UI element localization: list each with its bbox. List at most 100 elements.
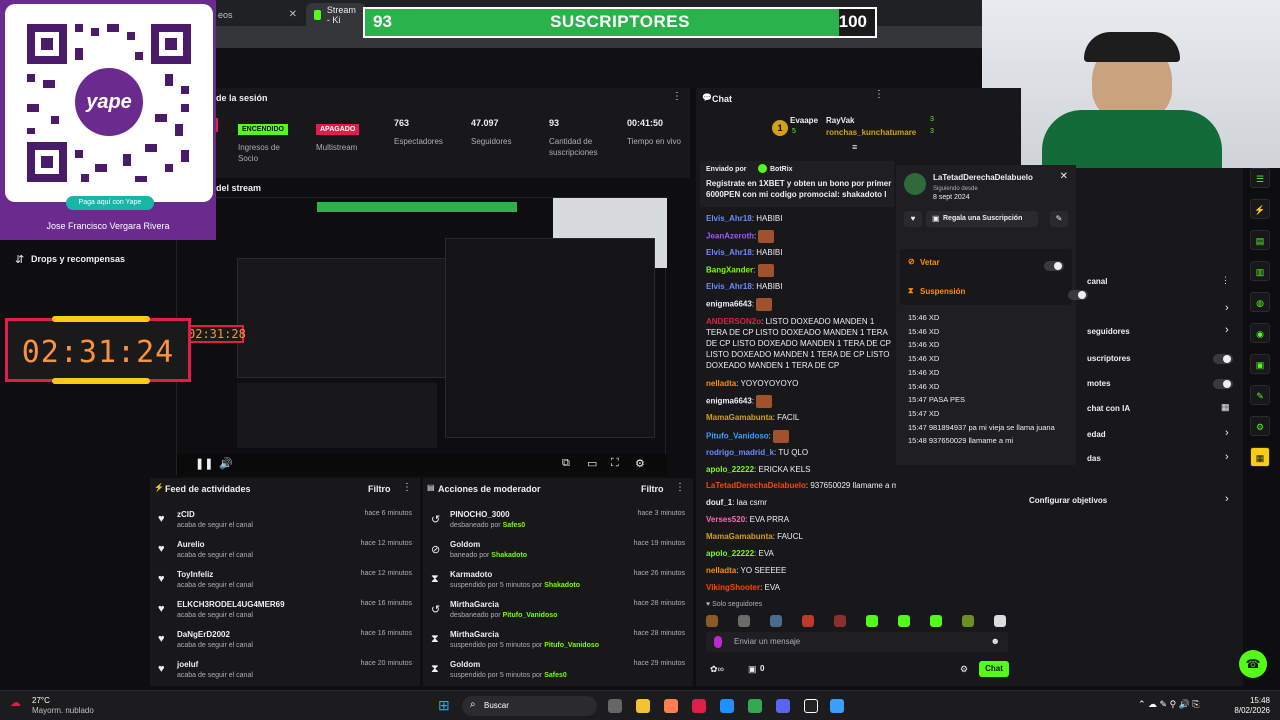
more-options-icon[interactable]: ⋮ bbox=[675, 482, 685, 493]
chat-message[interactable]: LaTetadDerechaDelabuelo: 937650029 llama… bbox=[706, 480, 896, 491]
gift-sub-button[interactable]: ▣ Regala una Suscripción bbox=[926, 211, 1038, 227]
emote-icon[interactable] bbox=[898, 615, 910, 627]
rail-tool-icon[interactable]: ✎ bbox=[1250, 385, 1270, 405]
emote-icon[interactable] bbox=[770, 615, 782, 627]
settings-toggle[interactable] bbox=[1213, 379, 1233, 389]
more-options-icon[interactable]: ⋮ bbox=[672, 91, 682, 102]
chat-username[interactable]: MamaGamabunta bbox=[706, 413, 773, 422]
settings-row[interactable]: Configurar objetivos › bbox=[1021, 492, 1243, 512]
fullscreen-icon[interactable]: ⛶ bbox=[611, 457, 619, 470]
mod-actor[interactable]: Shakadoto bbox=[491, 552, 527, 559]
chat-username[interactable]: apolo_22222 bbox=[706, 549, 754, 558]
chat-message[interactable]: nelladta: YO SEEEEE bbox=[706, 565, 896, 576]
send-chat-button[interactable]: Chat bbox=[979, 661, 1009, 677]
chat-message[interactable]: JeanAzeroth: bbox=[706, 230, 896, 243]
emote-icon[interactable] bbox=[866, 615, 878, 627]
rail-tool-icon[interactable]: ☰ bbox=[1250, 168, 1270, 188]
rail-tool-icon[interactable]: ▤ bbox=[1250, 230, 1270, 250]
rail-tool-icon[interactable]: ⚡ bbox=[1250, 199, 1270, 219]
theater-icon[interactable]: ▭ bbox=[587, 457, 597, 470]
chat-username[interactable]: MamaGamabunta bbox=[706, 532, 773, 541]
chat-message[interactable]: Elvis_Ahr18: HABIBI bbox=[706, 247, 896, 258]
chat-username[interactable]: enigma6643 bbox=[706, 397, 752, 406]
emote-icon[interactable] bbox=[738, 615, 750, 627]
clock-date[interactable]: 8/02/2026 bbox=[1220, 706, 1270, 715]
clock-time[interactable]: 15:48 bbox=[1220, 696, 1270, 705]
mod-actor[interactable]: Pitufo_Vanidoso bbox=[544, 642, 599, 649]
activity-user[interactable]: zCID bbox=[177, 510, 195, 519]
weather-temp[interactable]: 27°C bbox=[32, 696, 50, 705]
rail-tool-icon[interactable]: ⚙ bbox=[1250, 416, 1270, 436]
more-options-icon[interactable]: ⋮ bbox=[402, 482, 412, 493]
rail-tool-icon[interactable]: ◍ bbox=[1250, 292, 1270, 312]
mod-action-row[interactable]: ⧗ Goldom suspendido por 5 minutos por Sa… bbox=[423, 657, 693, 687]
suspension-toggle[interactable] bbox=[1068, 290, 1089, 300]
emote-icon[interactable] bbox=[930, 615, 942, 627]
chat-message[interactable]: MamaGamabunta: FACIL bbox=[706, 412, 896, 423]
activity-user[interactable]: ToyInfeliz bbox=[177, 570, 213, 579]
chat-username[interactable]: Verses520 bbox=[706, 515, 745, 524]
mod-action-row[interactable]: ↺ PINOCHO_3000 desbaneado por Safes0 hac… bbox=[423, 507, 693, 537]
mic-icon[interactable] bbox=[714, 636, 722, 648]
close-icon[interactable]: ✕ bbox=[1060, 171, 1068, 182]
discord-icon[interactable] bbox=[776, 699, 790, 713]
activity-row[interactable]: ♥ Aurelio acaba de seguir el canal hace … bbox=[150, 537, 420, 567]
activity-user[interactable]: Aurelio bbox=[177, 540, 205, 549]
emote-icon[interactable] bbox=[706, 615, 718, 627]
windows-start-icon[interactable]: ⊞ bbox=[438, 697, 450, 714]
mod-action-row[interactable]: ↺ MirthaGarcia desbaneado por Pitufo_Van… bbox=[423, 597, 693, 627]
app-icon[interactable] bbox=[692, 699, 706, 713]
mod-target-user[interactable]: PINOCHO_3000 bbox=[450, 510, 510, 519]
chat-input-placeholder[interactable]: Enviar un mensaje bbox=[734, 637, 800, 646]
copilot-icon[interactable] bbox=[664, 699, 678, 713]
chat-username[interactable]: Pitufo_Vanidoso bbox=[706, 432, 769, 441]
settings-toggle[interactable] bbox=[1213, 354, 1233, 364]
mod-actor[interactable]: Safes0 bbox=[503, 522, 526, 529]
chat-username[interactable]: douf_1 bbox=[706, 498, 732, 507]
obs-icon[interactable] bbox=[804, 699, 818, 713]
chat-message[interactable]: enigma6643: bbox=[706, 298, 896, 311]
browser-tab-active[interactable]: Stream - Ki bbox=[306, 3, 366, 26]
mod-target-user[interactable]: Karmadoto bbox=[450, 570, 492, 579]
chat-message[interactable]: Elvis_Ahr18: HABIBI bbox=[706, 281, 896, 292]
mod-target-user[interactable]: Goldom bbox=[450, 660, 480, 669]
activity-row[interactable]: ♥ DaNgErD2002 acaba de seguir el canal h… bbox=[150, 627, 420, 657]
chat-message[interactable]: BangXander: bbox=[706, 264, 896, 277]
nav-item-drops[interactable]: Drops y recompensas bbox=[31, 254, 125, 264]
support-chat-button[interactable]: ☎ bbox=[1239, 650, 1267, 678]
chat-message[interactable]: enigma6643: bbox=[706, 395, 896, 408]
chat-username[interactable]: ANDERSON2o bbox=[706, 317, 761, 326]
rail-tool-icon[interactable]: ◉ bbox=[1250, 323, 1270, 343]
mod-action-row[interactable]: ⧗ Karmadoto suspendido por 5 minutos por… bbox=[423, 567, 693, 597]
chat-message[interactable]: Elvis_Ahr18: HABIBI bbox=[706, 213, 896, 224]
pause-icon[interactable]: ❚❚ bbox=[195, 457, 213, 470]
mod-action-row[interactable]: ⊘ Goldom baneado por Shakadoto hace 19 m… bbox=[423, 537, 693, 567]
emote-icon[interactable] bbox=[962, 615, 974, 627]
user-card-name[interactable]: LaTetadDerechaDelabuelo bbox=[933, 173, 1033, 182]
chat-username[interactable]: BangXander bbox=[706, 266, 753, 275]
chat-username[interactable]: Elvis_Ahr18 bbox=[706, 214, 752, 223]
activity-filter-button[interactable]: Filtro bbox=[368, 484, 391, 494]
mod-action-row[interactable]: ⧗ MirthaGarcia suspendido por 5 minutos … bbox=[423, 627, 693, 657]
emoji-icon[interactable]: ☻ bbox=[991, 636, 1000, 646]
file-explorer-icon[interactable] bbox=[636, 699, 650, 713]
activity-user[interactable]: DaNgErD2002 bbox=[177, 630, 230, 639]
mod-target-user[interactable]: Goldom bbox=[450, 540, 480, 549]
emote-icon[interactable] bbox=[802, 615, 814, 627]
more-options-icon[interactable]: ⋮ bbox=[1221, 275, 1230, 286]
chat-username[interactable]: JeanAzeroth bbox=[706, 232, 754, 241]
activity-row[interactable]: ♥ ToyInfeliz acaba de seguir el canal ha… bbox=[150, 567, 420, 597]
channel-points-icon[interactable]: ✿∞ bbox=[710, 664, 724, 675]
more-options-icon[interactable]: ⋮ bbox=[874, 89, 884, 100]
weather-desc[interactable]: Mayorm. nublado bbox=[32, 706, 94, 715]
chat-message[interactable]: ANDERSON2o: LISTO DOXEADO MANDEN 1 TERA … bbox=[706, 316, 896, 374]
browser-tab[interactable]: eos ✕ bbox=[210, 3, 305, 26]
activity-user[interactable]: ELKCH3RODEL4UG4MER69 bbox=[177, 600, 285, 609]
chat-message[interactable]: VikingShooter: EVA bbox=[706, 582, 896, 593]
emote-icon[interactable] bbox=[834, 615, 846, 627]
gift-icon[interactable]: ▣ bbox=[748, 664, 757, 675]
chat-message[interactable]: nelladta: YOYOYOYOYO bbox=[706, 378, 896, 389]
mod-filter-button[interactable]: Filtro bbox=[641, 484, 664, 494]
activity-row[interactable]: ♥ zCID acaba de seguir el canal hace 6 m… bbox=[150, 507, 420, 537]
chat-username[interactable]: VikingShooter bbox=[706, 583, 760, 592]
